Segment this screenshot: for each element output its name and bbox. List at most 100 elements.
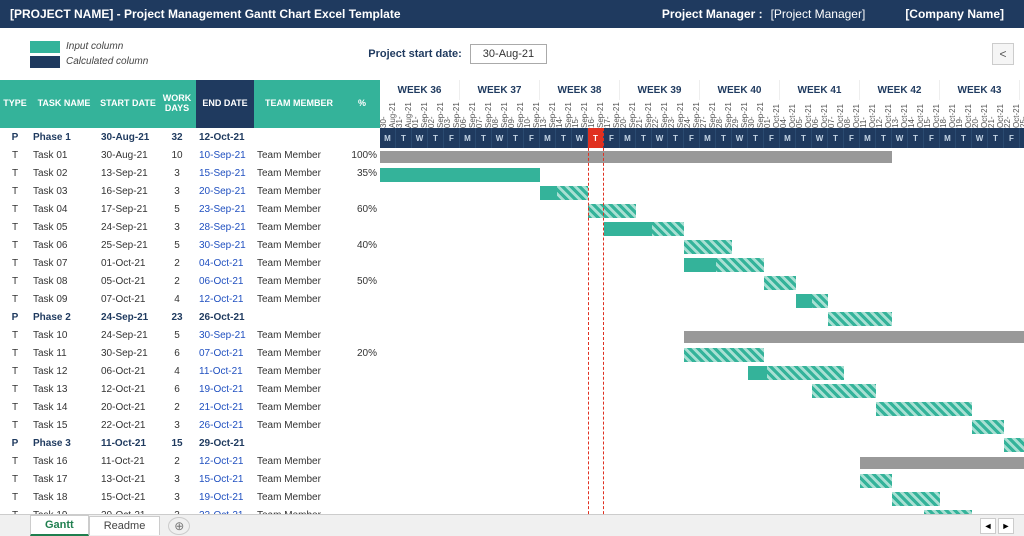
cell-type[interactable]: T	[0, 474, 30, 485]
cell-end[interactable]: 10-Sep-21	[196, 150, 254, 161]
cell-name[interactable]: Task 09	[30, 294, 98, 305]
cell-pct[interactable]: 40%	[344, 240, 380, 251]
cell-type[interactable]: P	[0, 132, 30, 143]
cell-member[interactable]: Team Member	[254, 168, 344, 179]
cell-end[interactable]: 30-Sep-21	[196, 240, 254, 251]
cell-type[interactable]: P	[0, 312, 30, 323]
cell-days[interactable]: 4	[158, 294, 196, 305]
cell-start[interactable]: 05-Oct-21	[98, 276, 158, 287]
cell-days[interactable]: 3	[158, 222, 196, 233]
cell-end[interactable]: 12-Oct-21	[196, 132, 254, 143]
cell-end[interactable]: 20-Sep-21	[196, 186, 254, 197]
cell-name[interactable]: Task 14	[30, 402, 98, 413]
task-bar[interactable]	[1004, 438, 1024, 452]
task-bar[interactable]	[748, 366, 844, 380]
cell-type[interactable]: T	[0, 240, 30, 251]
col-type[interactable]: TYPE	[0, 80, 30, 128]
cell-name[interactable]: Task 13	[30, 384, 98, 395]
table-row[interactable]: PPhase 130-Aug-213212-Oct-21	[0, 128, 380, 146]
cell-member[interactable]: Team Member	[254, 186, 344, 197]
cell-days[interactable]: 3	[158, 492, 196, 503]
cell-type[interactable]: T	[0, 276, 30, 287]
cell-pct[interactable]: 60%	[344, 204, 380, 215]
cell-start[interactable]: 25-Sep-21	[98, 240, 158, 251]
cell-name[interactable]: Phase 3	[30, 438, 98, 449]
cell-end[interactable]: 06-Oct-21	[196, 276, 254, 287]
col-days[interactable]: WORK DAYS	[158, 80, 196, 128]
cell-type[interactable]: T	[0, 366, 30, 377]
cell-name[interactable]: Task 10	[30, 330, 98, 341]
cell-start[interactable]: 06-Oct-21	[98, 366, 158, 377]
cell-days[interactable]: 5	[158, 330, 196, 341]
cell-days[interactable]: 32	[158, 132, 196, 143]
cell-name[interactable]: Task 11	[30, 348, 98, 359]
cell-days[interactable]: 2	[158, 456, 196, 467]
cell-pct[interactable]: 20%	[344, 348, 380, 359]
cell-start[interactable]: 30-Aug-21	[98, 150, 158, 161]
cell-type[interactable]: T	[0, 168, 30, 179]
cell-member[interactable]: Team Member	[254, 474, 344, 485]
table-row[interactable]: TTask 1522-Oct-21326-Oct-21Team Member	[0, 416, 380, 434]
cell-start[interactable]: 24-Sep-21	[98, 222, 158, 233]
cell-name[interactable]: Phase 2	[30, 312, 98, 323]
task-bar[interactable]	[972, 420, 1004, 434]
table-row[interactable]: TTask 0213-Sep-21315-Sep-21Team Member35…	[0, 164, 380, 182]
cell-name[interactable]: Task 08	[30, 276, 98, 287]
cell-member[interactable]: Team Member	[254, 204, 344, 215]
task-bar[interactable]	[684, 348, 764, 362]
cell-end[interactable]: 15-Oct-21	[196, 474, 254, 485]
table-row[interactable]: TTask 0130-Aug-211010-Sep-21Team Member1…	[0, 146, 380, 164]
cell-member[interactable]: Team Member	[254, 420, 344, 431]
cell-start[interactable]: 30-Sep-21	[98, 348, 158, 359]
cell-type[interactable]: T	[0, 258, 30, 269]
cell-days[interactable]: 6	[158, 384, 196, 395]
cell-end[interactable]: 15-Sep-21	[196, 168, 254, 179]
add-sheet-button[interactable]: ⊕	[168, 517, 190, 535]
cell-start[interactable]: 24-Sep-21	[98, 312, 158, 323]
cell-member[interactable]: Team Member	[254, 402, 344, 413]
cell-type[interactable]: T	[0, 150, 30, 161]
table-row[interactable]: PPhase 311-Oct-211529-Oct-21	[0, 434, 380, 452]
cell-name[interactable]: Task 16	[30, 456, 98, 467]
cell-end[interactable]: 30-Sep-21	[196, 330, 254, 341]
cell-name[interactable]: Phase 1	[30, 132, 98, 143]
cell-name[interactable]: Task 02	[30, 168, 98, 179]
table-row[interactable]: TTask 0701-Oct-21204-Oct-21Team Member	[0, 254, 380, 272]
cell-type[interactable]: T	[0, 402, 30, 413]
cell-type[interactable]: T	[0, 384, 30, 395]
cell-type[interactable]: T	[0, 330, 30, 341]
cell-member[interactable]: Team Member	[254, 222, 344, 233]
cell-pct[interactable]: 35%	[344, 168, 380, 179]
cell-end[interactable]: 19-Oct-21	[196, 384, 254, 395]
cell-days[interactable]: 2	[158, 402, 196, 413]
task-bar[interactable]	[684, 240, 732, 254]
cell-start[interactable]: 12-Oct-21	[98, 384, 158, 395]
cell-start[interactable]: 15-Oct-21	[98, 492, 158, 503]
cell-end[interactable]: 23-Sep-21	[196, 204, 254, 215]
cell-member[interactable]: Team Member	[254, 492, 344, 503]
cell-type[interactable]: P	[0, 438, 30, 449]
col-name[interactable]: TASK NAME	[30, 80, 98, 128]
cell-start[interactable]: 30-Aug-21	[98, 132, 158, 143]
table-row[interactable]: TTask 0907-Oct-21412-Oct-21Team Member	[0, 290, 380, 308]
cell-member[interactable]: Team Member	[254, 276, 344, 287]
col-pct[interactable]: %	[344, 80, 380, 128]
table-row[interactable]: TTask 1713-Oct-21315-Oct-21Team Member	[0, 470, 380, 488]
cell-name[interactable]: Task 17	[30, 474, 98, 485]
cell-days[interactable]: 15	[158, 438, 196, 449]
task-bar[interactable]	[604, 222, 684, 236]
cell-member[interactable]: Team Member	[254, 456, 344, 467]
cell-start[interactable]: 13-Sep-21	[98, 168, 158, 179]
cell-name[interactable]: Task 03	[30, 186, 98, 197]
cell-end[interactable]: 07-Oct-21	[196, 348, 254, 359]
cell-start[interactable]: 22-Oct-21	[98, 420, 158, 431]
cell-member[interactable]: Team Member	[254, 348, 344, 359]
cell-type[interactable]: T	[0, 186, 30, 197]
col-end[interactable]: END DATE	[196, 80, 254, 128]
task-bar[interactable]	[764, 276, 796, 290]
cell-end[interactable]: 12-Oct-21	[196, 456, 254, 467]
cell-days[interactable]: 10	[158, 150, 196, 161]
table-row[interactable]: TTask 1312-Oct-21619-Oct-21Team Member	[0, 380, 380, 398]
cell-end[interactable]: 12-Oct-21	[196, 294, 254, 305]
cell-type[interactable]: T	[0, 492, 30, 503]
